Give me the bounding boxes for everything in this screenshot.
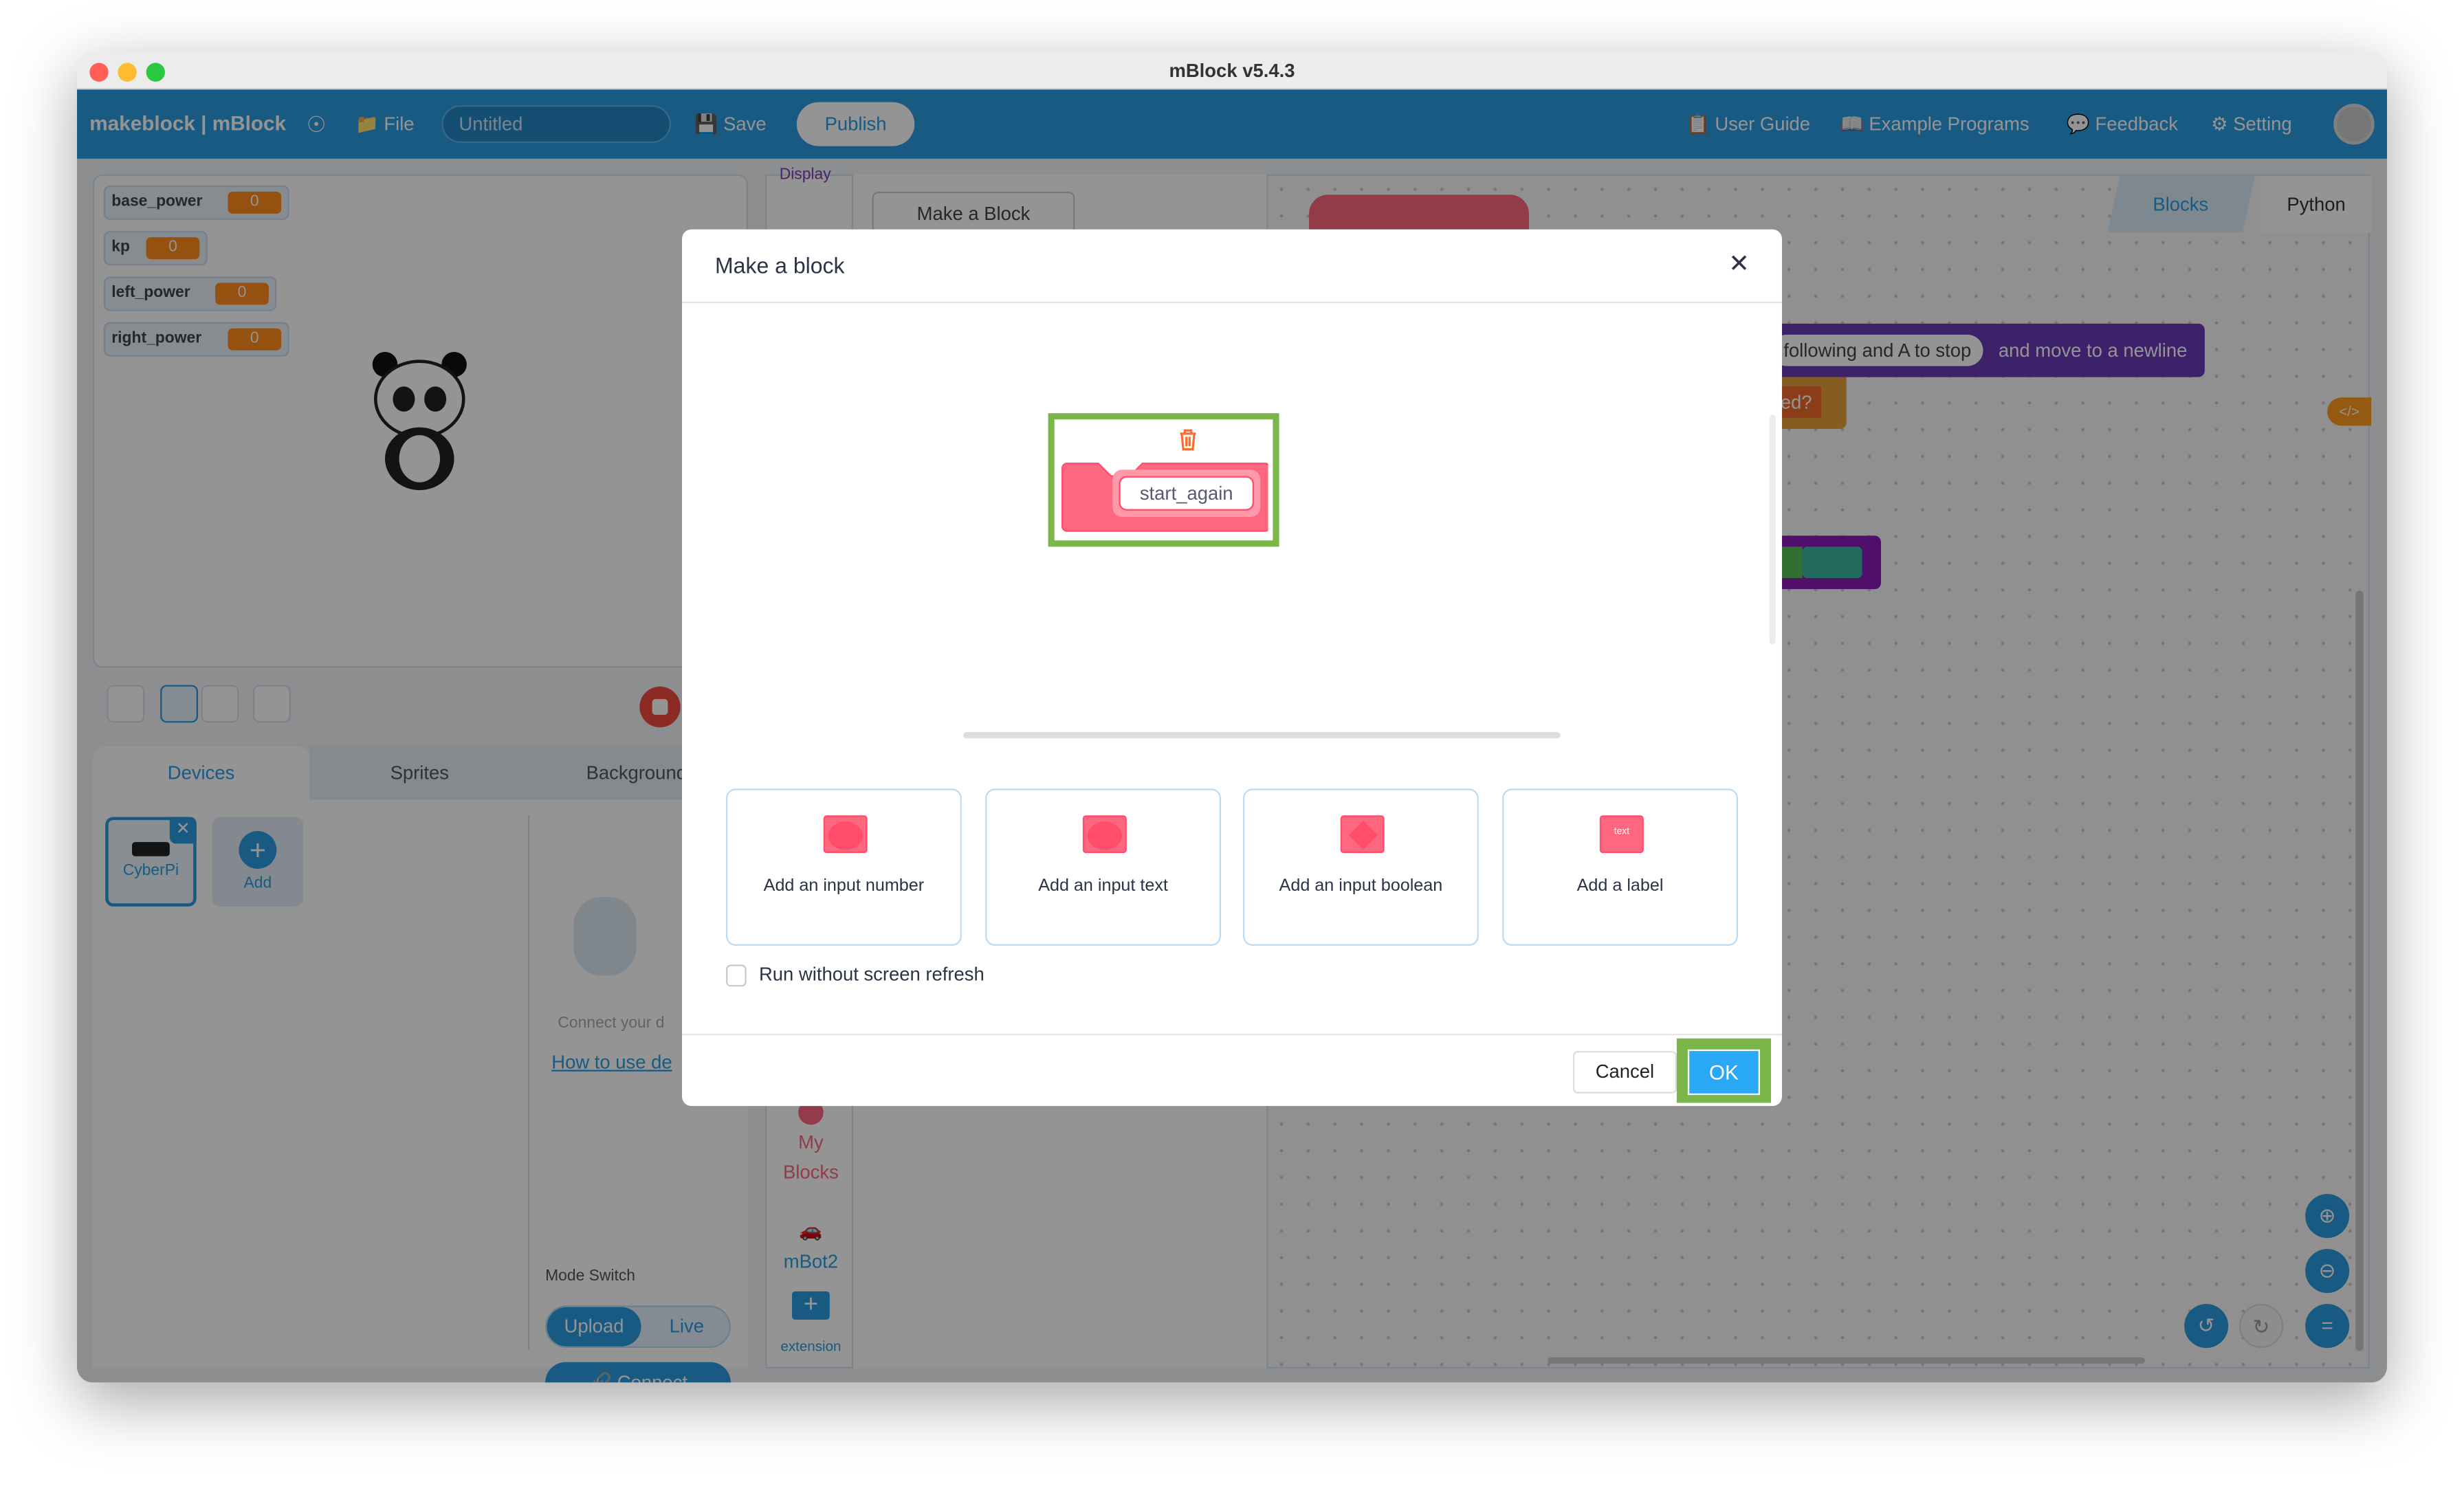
ok-button[interactable]: OK — [1687, 1049, 1760, 1096]
add-boolean-input-card[interactable]: Add an input boolean — [1242, 788, 1479, 946]
maximize-window-button[interactable] — [146, 63, 165, 82]
window-title: mBlock v5.4.3 — [1169, 59, 1295, 82]
add-text-input-card[interactable]: Add an input text — [985, 788, 1221, 946]
card-label: Add an input number — [763, 876, 925, 896]
cancel-button[interactable]: Cancel — [1572, 1051, 1677, 1094]
footer-divider — [681, 1033, 1782, 1036]
add-number-input-card[interactable]: Add an input number — [725, 788, 962, 946]
title-bar: mBlock v5.4.3 — [76, 52, 2387, 90]
close-icon[interactable]: ✕ — [1728, 248, 1750, 280]
text-input-icon — [1082, 815, 1127, 854]
boolean-input-icon — [1340, 815, 1385, 854]
minimize-window-button[interactable] — [118, 63, 137, 82]
label-icon: text — [1599, 815, 1644, 854]
add-label-card[interactable]: text Add a label — [1502, 788, 1738, 946]
run-without-refresh-checkbox[interactable] — [725, 964, 747, 987]
dialog-scrollbar[interactable] — [1769, 414, 1776, 645]
block-name-input[interactable] — [1119, 476, 1254, 511]
screen: mBlock v5.4.3 makeblock | mBlock ☉ 📁 Fil… — [0, 0, 2464, 1486]
run-without-refresh-label[interactable]: Run without screen refresh — [759, 963, 984, 985]
dialog-title: Make a block — [714, 252, 845, 278]
number-input-icon — [823, 815, 868, 854]
trash-icon[interactable] — [1177, 428, 1199, 453]
preview-scrollbar[interactable] — [963, 732, 1561, 739]
header-divider — [681, 301, 1782, 304]
card-label: Add an input boolean — [1279, 876, 1443, 896]
card-label: Add a label — [1576, 876, 1664, 896]
close-window-button[interactable] — [89, 63, 109, 82]
make-a-block-dialog: Make a block ✕ Add an input number Add a… — [681, 229, 1782, 1107]
card-label: Add an input text — [1038, 876, 1168, 896]
